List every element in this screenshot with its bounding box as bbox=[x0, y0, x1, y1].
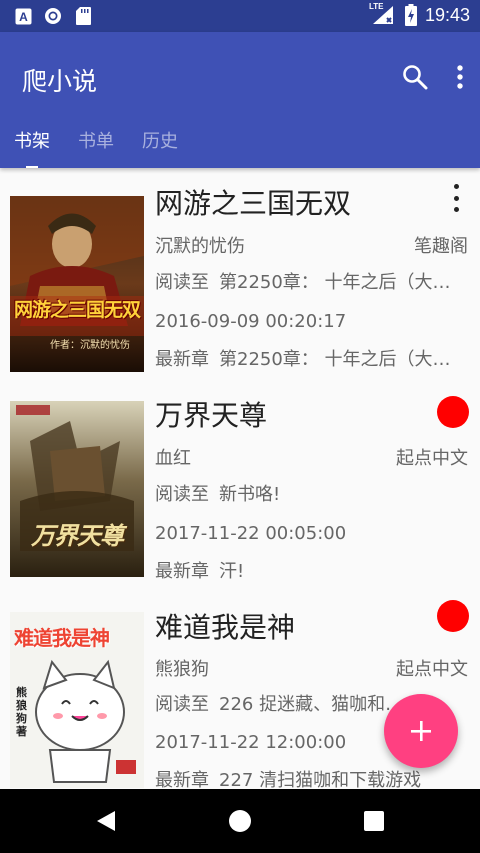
latest-chapter: 227 清扫猫咖和下载游戏 bbox=[219, 770, 422, 789]
update-badge bbox=[437, 396, 469, 428]
cover-title-text: 难道我是神 bbox=[14, 626, 110, 650]
book-timestamp: 2017-11-22 00:05:00 bbox=[155, 523, 347, 544]
latest-label: 最新章 bbox=[155, 770, 209, 789]
latest-label: 最新章 bbox=[155, 349, 209, 370]
plus-icon bbox=[409, 719, 433, 743]
book-item[interactable]: 万界天尊 万界天尊 血红 起点中文 阅读至 新书咯! 2017-11-22 00:… bbox=[0, 380, 480, 592]
read-chapter: 第2250章： 十年之后（大结局） bbox=[219, 272, 468, 293]
latest-chapter-row: 最新章 汗! bbox=[155, 557, 468, 583]
cover-title-text: 万界天尊 bbox=[31, 522, 124, 550]
sd-card-icon bbox=[74, 7, 92, 25]
app-title: 爬小说 bbox=[22, 67, 98, 96]
book-item[interactable]: 网游之三国无双 作者：沉默的忧伤 网游之三国无双 沉默的忧伤 笔趣阁 阅读至 第2… bbox=[0, 168, 480, 380]
tab-bar: 书架 书单 历史 bbox=[0, 128, 192, 168]
recents-icon[interactable] bbox=[360, 807, 388, 835]
read-progress: 阅读至 新书咯! bbox=[155, 480, 468, 506]
read-progress: 阅读至 226 捉迷藏、猫咖和老国家 bbox=[155, 690, 420, 716]
book-cover: 难道我是神 熊狼狗 著 bbox=[10, 612, 144, 788]
a-box-icon: A bbox=[14, 7, 32, 25]
more-vert-icon[interactable] bbox=[456, 64, 464, 90]
home-icon[interactable] bbox=[226, 807, 254, 835]
cover-author-text: 作者：沉默的忧伤 bbox=[50, 340, 130, 351]
read-label: 阅读至 bbox=[155, 272, 209, 293]
book-source: 起点中文 bbox=[396, 448, 468, 469]
book-source: 起点中文 bbox=[396, 659, 468, 680]
app-bar-actions bbox=[402, 64, 464, 90]
book-title: 万界天尊 bbox=[155, 399, 268, 432]
cover-author-text: 熊狼狗 著 bbox=[16, 686, 27, 738]
book-timestamp: 2016-09-09 00:20:17 bbox=[155, 311, 347, 332]
search-icon[interactable] bbox=[402, 64, 428, 90]
cover-title-text: 网游之三国无双 bbox=[14, 299, 141, 321]
book-title: 难道我是神 bbox=[155, 611, 296, 644]
latest-chapter-row: 最新章 227 清扫猫咖和下载游戏 bbox=[155, 766, 468, 789]
back-icon[interactable] bbox=[92, 807, 120, 835]
tab-bookshelf[interactable]: 书架 bbox=[0, 128, 64, 168]
system-nav-bar bbox=[0, 789, 480, 853]
read-label: 阅读至 bbox=[155, 694, 209, 715]
book-source: 笔趣阁 bbox=[414, 236, 468, 257]
read-chapter: 新书咯! bbox=[219, 484, 281, 505]
status-right-icons: LTE 19:43 bbox=[368, 2, 470, 26]
status-left-icons: A bbox=[14, 7, 92, 25]
book-cover: 万界天尊 bbox=[10, 401, 144, 577]
book-cover: 网游之三国无双 作者：沉默的忧伤 bbox=[10, 196, 144, 372]
sync-icon bbox=[44, 7, 62, 25]
more-vert-icon[interactable] bbox=[450, 184, 462, 212]
tab-booklist[interactable]: 书单 bbox=[64, 128, 128, 168]
latest-chapter-row: 最新章 第2250章： 十年之后（大结局） bbox=[155, 345, 468, 371]
latest-chapter: 第2250章： 十年之后（大结局） bbox=[219, 349, 468, 370]
update-badge bbox=[437, 600, 469, 632]
book-title: 网游之三国无双 bbox=[155, 187, 352, 220]
app-bar: 爬小说 书架 书单 历史 bbox=[0, 32, 480, 168]
read-label: 阅读至 bbox=[155, 484, 209, 505]
network-label: LTE bbox=[368, 2, 384, 11]
tab-history[interactable]: 历史 bbox=[128, 128, 192, 168]
latest-label: 最新章 bbox=[155, 561, 209, 582]
read-progress: 阅读至 第2250章： 十年之后（大结局） bbox=[155, 268, 468, 294]
signal-icon: LTE bbox=[368, 2, 397, 26]
add-book-button[interactable] bbox=[384, 694, 458, 768]
battery-charging-icon bbox=[404, 4, 417, 26]
status-bar: A LTE 19:43 bbox=[0, 0, 480, 32]
svg-text:A: A bbox=[19, 10, 28, 24]
latest-chapter: 汗! bbox=[219, 561, 245, 582]
status-time: 19:43 bbox=[424, 4, 470, 25]
